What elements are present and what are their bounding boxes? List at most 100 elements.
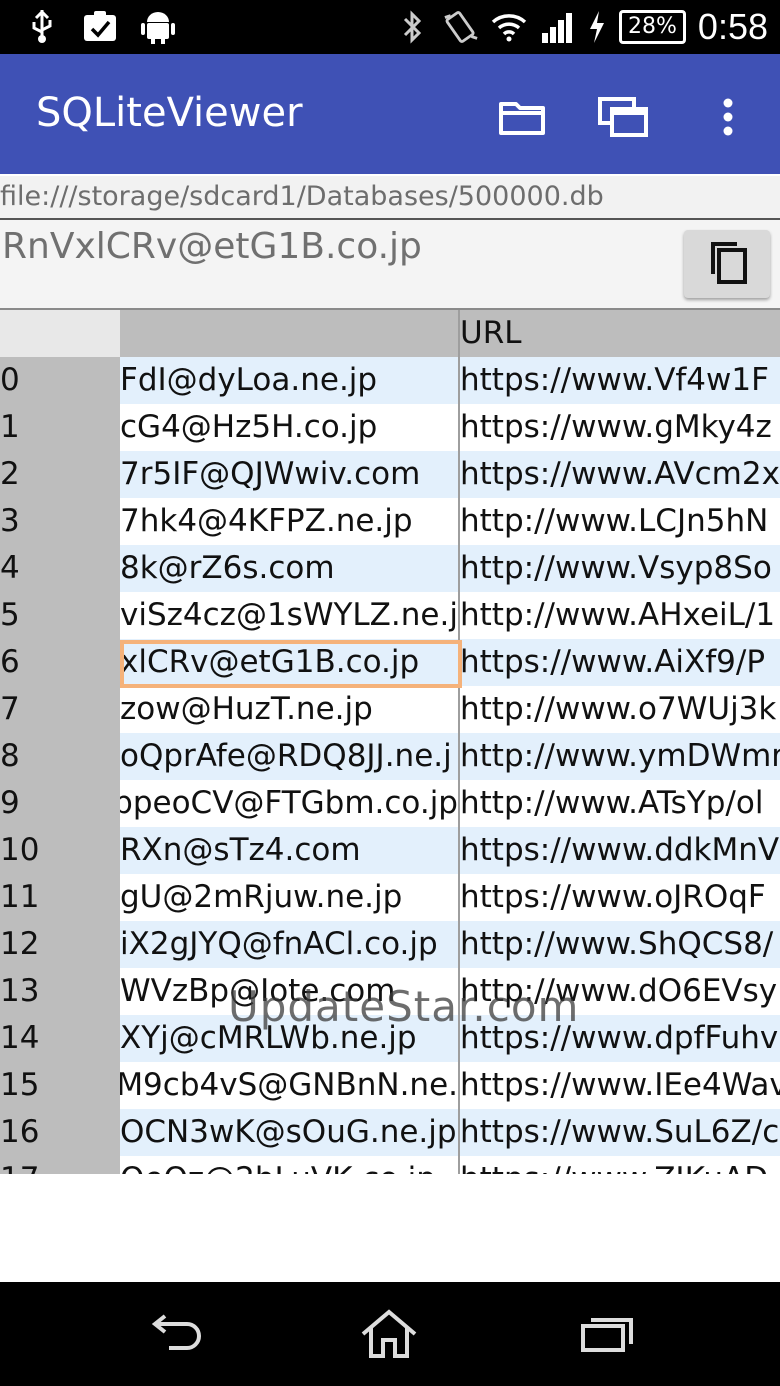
url-cell[interactable]: https://www.ZIKuAD bbox=[460, 1156, 780, 1174]
mail-cell[interactable]: viSz4cz@1sWYLZ.ne.j bbox=[120, 592, 458, 639]
mail-cell-text: M9cb4vS@GNBnN.ne. bbox=[120, 1067, 458, 1103]
mail-cell[interactable]: iX2gJYQ@fnACl.co.jp bbox=[120, 921, 458, 968]
table-row[interactable]: 16 OCN3wK@sOuG.ne.jp https://www.SuL6Z/c bbox=[0, 1109, 780, 1156]
table-row[interactable]: 17QeQz@2bLuVK.co.jp https://www.ZIKuAD bbox=[0, 1156, 780, 1174]
url-cell[interactable]: http://www.ATsYp/ol bbox=[460, 780, 780, 827]
mail-cell[interactable]: 7hk4@4KFPZ.ne.jp bbox=[120, 498, 458, 545]
signal-icon bbox=[539, 9, 575, 45]
url-cell[interactable]: https://www.gMky4z bbox=[460, 404, 780, 451]
data-table[interactable]: URL 0 FdI@dyLoa.ne.jp https://www.Vf4w1F 1 c… bbox=[0, 310, 780, 1174]
mail-cell-text: oQprAfe@RDQ8JJ.ne.j bbox=[120, 738, 452, 774]
table-row[interactable]: 1 cG4@Hz5H.co.jp https://www.gMky4z bbox=[0, 404, 780, 451]
battery-indicator: 28% bbox=[619, 10, 686, 44]
header-cell-mail[interactable] bbox=[120, 310, 458, 357]
mail-cell[interactable]: M9cb4vS@GNBnN.ne. bbox=[120, 1062, 458, 1109]
windows-icon[interactable] bbox=[596, 92, 652, 142]
row-index-cell[interactable]: 14 bbox=[0, 1015, 120, 1062]
row-index-cell[interactable]: 5 bbox=[0, 592, 120, 639]
mail-cell[interactable]: QeQz@2bLuVK.co.jp bbox=[120, 1156, 458, 1174]
url-cell[interactable]: https://www.IEe4Wav bbox=[460, 1062, 780, 1109]
mail-cell[interactable]: 8k@rZ6s.com bbox=[120, 545, 458, 592]
android-icon bbox=[140, 8, 176, 44]
row-index-cell[interactable]: 13 bbox=[0, 968, 120, 1015]
url-cell[interactable]: http://www.ymDWmr bbox=[460, 733, 780, 780]
url-cell[interactable]: https://www.oJROqF bbox=[460, 874, 780, 921]
mail-cell-text: OCN3wK@sOuG.ne.jp bbox=[120, 1114, 457, 1150]
mail-cell[interactable]: FdI@dyLoa.ne.jp bbox=[120, 357, 458, 404]
table-row[interactable]: 12 iX2gJYQ@fnACl.co.jp http://www.ShQCS8/ bbox=[0, 921, 780, 968]
row-index-cell[interactable]: 12 bbox=[0, 921, 120, 968]
mail-cell-text: 7hk4@4KFPZ.ne.jp bbox=[120, 503, 413, 539]
row-index-cell[interactable]: 3 bbox=[0, 498, 120, 545]
row-index-cell[interactable]: 9 bbox=[0, 780, 120, 827]
rotation-icon bbox=[443, 9, 479, 45]
mail-cell[interactable]: 7r5IF@QJWwiv.com bbox=[120, 451, 458, 498]
clipboard-check-icon bbox=[82, 8, 118, 44]
row-index-cell[interactable]: 0 bbox=[0, 357, 120, 404]
database-path: file:///storage/sdcard1/Databases/500000… bbox=[0, 176, 780, 220]
url-cell[interactable]: https://www.ddkMnV bbox=[460, 827, 780, 874]
mail-cell[interactable]: oQprAfe@RDQ8JJ.ne.j bbox=[120, 733, 458, 780]
table-row[interactable]: 7 zow@HuzT.ne.jp http://www.o7WUj3k bbox=[0, 686, 780, 733]
url-cell[interactable]: https://www.Vf4w1F bbox=[460, 357, 780, 404]
mail-cell-text: FdI@dyLoa.ne.jp bbox=[120, 362, 378, 398]
row-index-cell[interactable]: 15 bbox=[0, 1062, 120, 1109]
url-cell[interactable]: http://www.o7WUj3k bbox=[460, 686, 780, 733]
more-vert-icon[interactable] bbox=[700, 92, 756, 142]
url-cell[interactable]: http://www.ShQCS8/ bbox=[460, 921, 780, 968]
mail-cell[interactable]: ppeoCV@FTGbm.co.jp bbox=[120, 780, 458, 827]
bluetooth-icon bbox=[395, 9, 431, 45]
table-row[interactable]: 9 ppeoCV@FTGbm.co.jp http://www.ATsYp/ol bbox=[0, 780, 780, 827]
row-index-cell[interactable]: 2 bbox=[0, 451, 120, 498]
app-title: SQLiteViewer bbox=[36, 90, 303, 136]
mail-cell[interactable]: zow@HuzT.ne.jp bbox=[120, 686, 458, 733]
mail-cell-text: 7r5IF@QJWwiv.com bbox=[120, 456, 421, 492]
table-row[interactable]: 10 RXn@sTz4.com https://www.ddkMnV bbox=[0, 827, 780, 874]
mail-cell[interactable]: cG4@Hz5H.co.jp bbox=[120, 404, 458, 451]
column-divider bbox=[458, 310, 460, 1174]
url-cell[interactable]: https://www.SuL6Z/c bbox=[460, 1109, 780, 1156]
home-icon[interactable] bbox=[354, 1304, 424, 1364]
folder-icon[interactable] bbox=[494, 92, 550, 142]
row-index-cell[interactable]: 7 bbox=[0, 686, 120, 733]
row-index-cell[interactable]: 1 bbox=[0, 404, 120, 451]
table-row[interactable]: 6 xlCRv@etG1B.co.jp https://www.AiXf9/P bbox=[0, 639, 780, 686]
watermark: UpdateStar.com bbox=[228, 982, 580, 1031]
table-row[interactable]: 8 oQprAfe@RDQ8JJ.ne.j http://www.ymDWmr bbox=[0, 733, 780, 780]
url-cell[interactable]: http://www.Vsyp8So bbox=[460, 545, 780, 592]
mail-cell-text: 8k@rZ6s.com bbox=[120, 550, 335, 586]
table-row[interactable]: 2 7r5IF@QJWwiv.com https://www.AVcm2x bbox=[0, 451, 780, 498]
table-row[interactable]: 0 FdI@dyLoa.ne.jp https://www.Vf4w1F bbox=[0, 357, 780, 404]
table-row[interactable]: 4 8k@rZ6s.com http://www.Vsyp8So bbox=[0, 545, 780, 592]
recents-icon[interactable] bbox=[572, 1304, 642, 1364]
row-index-cell[interactable]: 8 bbox=[0, 733, 120, 780]
row-index-cell[interactable]: 6 bbox=[0, 639, 120, 686]
mail-cell-text: cG4@Hz5H.co.jp bbox=[120, 409, 378, 445]
mail-cell[interactable]: xlCRv@etG1B.co.jp bbox=[120, 639, 458, 686]
mail-cell-text: viSz4cz@1sWYLZ.ne.j bbox=[120, 597, 458, 633]
table-row[interactable]: 5 viSz4cz@1sWYLZ.ne.j http://www.AHxeiL/1 bbox=[0, 592, 780, 639]
row-index-cell[interactable]: 16 bbox=[0, 1109, 120, 1156]
usb-icon bbox=[24, 8, 60, 44]
navigation-bar bbox=[0, 1282, 780, 1386]
header-cell-index[interactable] bbox=[0, 310, 120, 357]
url-cell[interactable]: https://www.AVcm2x bbox=[460, 451, 780, 498]
row-index-cell[interactable]: 10 bbox=[0, 827, 120, 874]
row-index-cell[interactable]: 4 bbox=[0, 545, 120, 592]
table-row[interactable]: 3 7hk4@4KFPZ.ne.jp http://www.LCJn5hN bbox=[0, 498, 780, 545]
mail-cell[interactable]: OCN3wK@sOuG.ne.jp bbox=[120, 1109, 458, 1156]
mail-cell[interactable]: RXn@sTz4.com bbox=[120, 827, 458, 874]
url-cell[interactable]: http://www.LCJn5hN bbox=[460, 498, 780, 545]
url-cell[interactable]: https://www.AiXf9/P bbox=[460, 639, 780, 686]
header-cell-url[interactable]: URL bbox=[460, 310, 780, 357]
table-row[interactable]: 15 M9cb4vS@GNBnN.ne. https://www.IEe4Wav bbox=[0, 1062, 780, 1109]
row-index-cell[interactable]: 11 bbox=[0, 874, 120, 921]
selected-value-bar: RnVxlCRv@etG1B.co.jp bbox=[0, 220, 780, 310]
back-icon[interactable] bbox=[140, 1304, 210, 1364]
selected-value-text: RnVxlCRv@etG1B.co.jp bbox=[2, 226, 422, 267]
row-index-cell[interactable]: 17 bbox=[0, 1156, 120, 1174]
url-cell[interactable]: http://www.AHxeiL/1 bbox=[460, 592, 780, 639]
copy-button[interactable] bbox=[684, 230, 770, 298]
table-row[interactable]: 11 gU@2mRjuw.ne.jp https://www.oJROqF bbox=[0, 874, 780, 921]
mail-cell[interactable]: gU@2mRjuw.ne.jp bbox=[120, 874, 458, 921]
